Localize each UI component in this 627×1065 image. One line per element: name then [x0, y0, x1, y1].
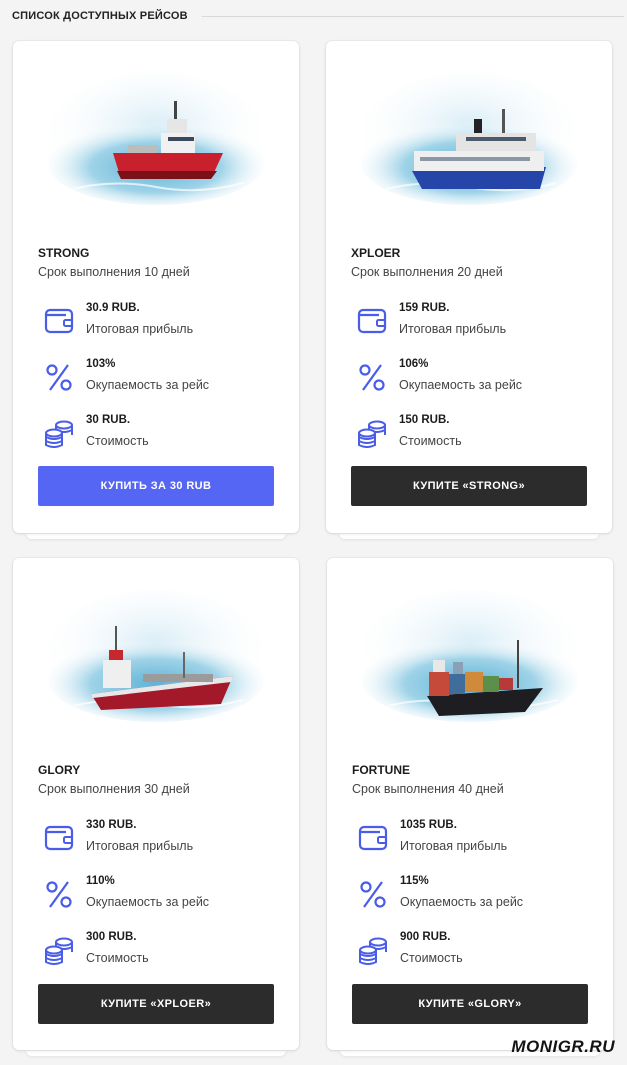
section-title: СПИСОК ДОСТУПНЫХ РЕЙСОВ [12, 10, 188, 22]
stat-payback: 115% Окупаемость за рейс [352, 875, 592, 915]
payback-value: 115% [400, 875, 429, 887]
cost-label: Стоимость [86, 951, 149, 965]
trip-duration: Срок выполнения 10 дней [38, 265, 190, 279]
ship-image [43, 588, 269, 728]
buy-button[interactable]: КУПИТЕ «STRONG» [351, 466, 587, 506]
cost-label: Стоимость [400, 951, 463, 965]
watermark: MONIGR.RU [511, 1037, 615, 1056]
profit-value: 159 RUB. [399, 302, 450, 314]
buy-button[interactable]: КУПИТЕ «GLORY» [352, 984, 588, 1024]
stat-profit: 159 RUB. Итоговая прибыль [351, 302, 591, 342]
payback-label: Окупаемость за рейс [86, 378, 210, 392]
percent-icon [42, 877, 76, 911]
stat-payback: 103% Окупаемость за рейс [38, 358, 278, 398]
section-header: СПИСОК ДОСТУПНЫХ РЕЙСОВ [12, 8, 624, 24]
coins-icon [42, 933, 76, 967]
profit-label: Итоговая прибыль [86, 322, 194, 336]
coins-icon [356, 933, 390, 967]
coins-icon [355, 416, 389, 450]
trip-name: GLORY [38, 763, 81, 777]
buy-button[interactable]: КУПИТЬ ЗА 30 RUB [38, 466, 274, 506]
payback-label: Окупаемость за рейс [400, 895, 524, 909]
ship-image [356, 71, 582, 211]
trip-name: STRONG [38, 246, 90, 260]
payback-label: Окупаемость за рейс [86, 895, 210, 909]
ship-image [357, 588, 583, 728]
trip-name: XPLOER [351, 246, 401, 260]
payback-value: 106% [399, 358, 429, 370]
trip-duration: Срок выполнения 30 дней [38, 782, 190, 796]
stat-profit: 30.9 RUB. Итоговая прибыль [38, 302, 278, 342]
trip-card-xploer: XPLOER Срок выполнения 20 дней 159 RUB. … [326, 41, 612, 533]
cost-label: Стоимость [86, 434, 149, 448]
stat-cost: 30 RUB. Стоимость [38, 414, 278, 454]
stat-profit: 330 RUB. Итоговая прибыль [38, 819, 278, 859]
stat-cost: 150 RUB. Стоимость [351, 414, 591, 454]
profit-label: Итоговая прибыль [399, 322, 507, 336]
profit-value: 30.9 RUB. [86, 302, 140, 314]
stat-payback: 106% Окупаемость за рейс [351, 358, 591, 398]
percent-icon [42, 360, 76, 394]
section-divider [201, 15, 624, 17]
cost-value: 300 RUB. [86, 931, 137, 943]
trip-name: FORTUNE [352, 763, 410, 777]
percent-icon [356, 877, 390, 911]
trip-card-strong: STRONG Срок выполнения 10 дней 30.9 RUB.… [13, 41, 299, 533]
profit-value: 1035 RUB. [400, 819, 457, 831]
cost-value: 900 RUB. [400, 931, 451, 943]
stat-cost: 300 RUB. Стоимость [38, 931, 278, 971]
wallet-icon [42, 821, 76, 855]
buy-button[interactable]: КУПИТЕ «XPLOER» [38, 984, 274, 1024]
wallet-icon [355, 304, 389, 338]
wallet-icon [42, 304, 76, 338]
profit-label: Итоговая прибыль [400, 839, 508, 853]
coins-icon [42, 416, 76, 450]
stat-cost: 900 RUB. Стоимость [352, 931, 592, 971]
cost-value: 30 RUB. [86, 414, 131, 426]
wallet-icon [356, 821, 390, 855]
cost-label: Стоимость [399, 434, 462, 448]
cost-value: 150 RUB. [399, 414, 450, 426]
trip-duration: Срок выполнения 20 дней [351, 265, 503, 279]
profit-label: Итоговая прибыль [86, 839, 194, 853]
trip-card-fortune: FORTUNE Срок выполнения 40 дней 1035 RUB… [327, 558, 613, 1050]
trip-duration: Срок выполнения 40 дней [352, 782, 504, 796]
payback-label: Окупаемость за рейс [399, 378, 523, 392]
ship-image [43, 71, 269, 211]
profit-value: 330 RUB. [86, 819, 137, 831]
payback-value: 110% [86, 875, 115, 887]
trip-card-glory: GLORY Срок выполнения 30 дней 330 RUB. И… [13, 558, 299, 1050]
stat-profit: 1035 RUB. Итоговая прибыль [352, 819, 592, 859]
payback-value: 103% [86, 358, 116, 370]
percent-icon [355, 360, 389, 394]
stat-payback: 110% Окупаемость за рейс [38, 875, 278, 915]
